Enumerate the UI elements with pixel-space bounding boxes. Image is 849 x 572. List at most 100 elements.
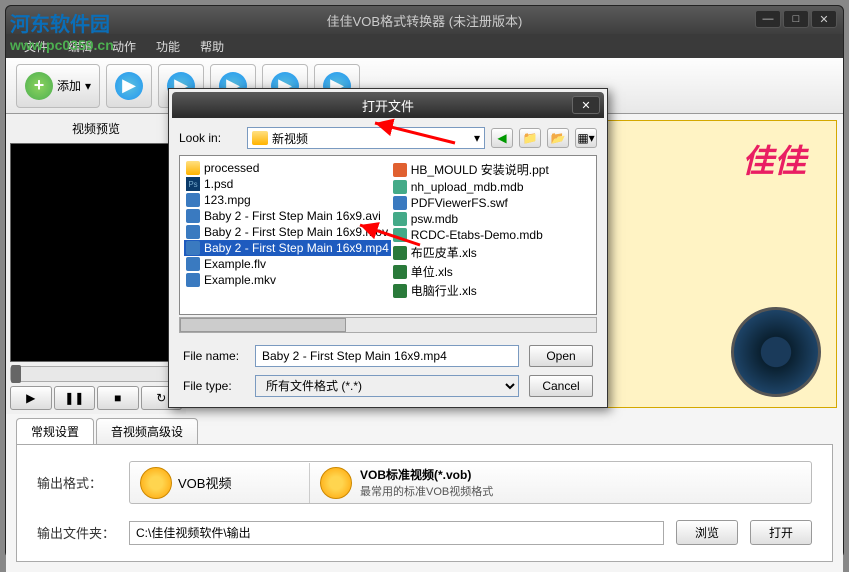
video-label: 视频预览 xyxy=(10,118,182,139)
vplay-button[interactable]: ▶ xyxy=(10,386,52,410)
dialog-title: 打开文件 xyxy=(362,96,414,115)
lookin-value: 新视频 xyxy=(272,130,308,147)
file-name: Baby 2 - First Step Main 16x9.avi xyxy=(204,209,381,223)
vid-icon xyxy=(186,257,200,271)
seek-thumb[interactable] xyxy=(11,365,21,383)
horizontal-scrollbar[interactable] xyxy=(179,317,597,333)
tab-content: 输出格式： VOB视频 VOB标准视频(*.vob) 最常用的标准VOB视频格式 xyxy=(16,444,833,562)
file-item[interactable]: processed xyxy=(184,160,391,176)
plus-icon: + xyxy=(25,72,53,100)
window-title: 佳佳VOB格式转换器 (未注册版本) xyxy=(327,11,523,30)
video-display[interactable] xyxy=(10,143,182,362)
format-label: 输出格式： xyxy=(37,473,117,492)
toolbar-button-2[interactable]: ▶ xyxy=(106,64,152,108)
vid-icon xyxy=(186,241,200,255)
file-item[interactable]: RCDC-Etabs-Demo.mdb xyxy=(391,227,592,243)
nav-back-button[interactable]: ◀ xyxy=(491,128,513,148)
nav-up-button[interactable]: 📁 xyxy=(519,128,541,148)
doc-icon xyxy=(393,163,407,177)
file-item[interactable]: 布匹皮革.xls xyxy=(391,243,592,262)
dropdown-icon: ▾ xyxy=(85,79,91,93)
maximize-button[interactable]: □ xyxy=(783,10,809,28)
close-button[interactable]: ✕ xyxy=(811,10,837,28)
dialog-bottom: File name: Open File type: 所有文件格式 (*.*) … xyxy=(169,335,607,407)
file-list[interactable]: processedPs1.psd123.mpgBaby 2 - First St… xyxy=(179,155,597,315)
menu-action[interactable]: 动作 xyxy=(102,34,146,58)
titlebar[interactable]: 佳佳VOB格式转换器 (未注册版本) — □ ✕ xyxy=(6,6,843,34)
add-button[interactable]: + 添加 ▾ xyxy=(16,64,100,108)
file-item[interactable]: Baby 2 - First Step Main 16x9.mov xyxy=(184,224,391,240)
file-item[interactable]: Example.flv xyxy=(184,256,391,272)
file-name: 电脑行业.xls xyxy=(411,282,477,299)
tab-advanced[interactable]: 音视频高级设 xyxy=(96,418,198,444)
file-item[interactable]: Ps1.psd xyxy=(184,176,391,192)
file-item[interactable]: nh_upload_mdb.mdb xyxy=(391,179,592,195)
filetype-select[interactable]: 所有文件格式 (*.*) xyxy=(255,375,519,397)
dvd-icon xyxy=(140,467,172,499)
disc-icon xyxy=(731,307,821,397)
nav-newfolder-button[interactable]: 📂 xyxy=(547,128,569,148)
file-item[interactable]: Baby 2 - First Step Main 16x9.mp4 xyxy=(184,240,391,256)
format-left[interactable]: VOB视频 xyxy=(130,463,310,503)
menubar: 文件 编辑 动作 功能 帮助 xyxy=(6,34,843,58)
file-item[interactable]: HB_MOULD 安装说明.ppt xyxy=(391,160,592,179)
menu-file[interactable]: 文件 xyxy=(14,34,58,58)
filetype-label: File type: xyxy=(183,379,245,393)
seek-bar[interactable] xyxy=(10,366,182,382)
output-folder-row: 输出文件夹： 浏览 打开 xyxy=(37,520,812,545)
file-item[interactable]: Example.mkv xyxy=(184,272,391,288)
file-item[interactable]: Baby 2 - First Step Main 16x9.avi xyxy=(184,208,391,224)
menu-function[interactable]: 功能 xyxy=(146,34,190,58)
tabs: 常规设置 音视频高级设 xyxy=(16,418,833,444)
xls-icon xyxy=(393,265,407,279)
scroll-thumb[interactable] xyxy=(180,318,346,332)
file-item[interactable]: PDFViewerFS.swf xyxy=(391,195,592,211)
file-item[interactable]: 单位.xls xyxy=(391,262,592,281)
chevron-down-icon: ▾ xyxy=(474,131,480,145)
file-name: RCDC-Etabs-Demo.mdb xyxy=(411,228,543,242)
dialog-close-button[interactable]: ✕ xyxy=(572,96,600,114)
db-icon xyxy=(393,228,407,242)
vstop-button[interactable]: ■ xyxy=(97,386,139,410)
filetype-row: File type: 所有文件格式 (*.*) Cancel xyxy=(183,375,593,397)
format-selector: VOB视频 VOB标准视频(*.vob) 最常用的标准VOB视频格式 xyxy=(129,461,812,504)
menu-help[interactable]: 帮助 xyxy=(190,34,234,58)
file-name: psw.mdb xyxy=(411,212,458,226)
format-right[interactable]: VOB标准视频(*.vob) 最常用的标准VOB视频格式 xyxy=(310,462,811,503)
menu-edit[interactable]: 编辑 xyxy=(58,34,102,58)
dvd-icon xyxy=(320,467,352,499)
play-icon: ▶ xyxy=(115,72,143,100)
file-name: Baby 2 - First Step Main 16x9.mov xyxy=(204,225,388,239)
file-name: Baby 2 - First Step Main 16x9.mp4 xyxy=(204,241,389,255)
xls-icon xyxy=(393,246,407,260)
brand-text: 佳佳 xyxy=(742,136,806,182)
lookin-combo[interactable]: 新视频 ▾ xyxy=(247,127,485,149)
file-name: HB_MOULD 安装说明.ppt xyxy=(411,161,549,178)
file-item[interactable]: psw.mdb xyxy=(391,211,592,227)
dialog-titlebar[interactable]: 打开文件 ✕ xyxy=(172,92,604,118)
cancel-button[interactable]: Cancel xyxy=(529,375,593,397)
filename-input[interactable] xyxy=(255,345,519,367)
db-icon xyxy=(393,212,407,226)
nav-view-button[interactable]: ▦▾ xyxy=(575,128,597,148)
settings-area: 常规设置 音视频高级设 输出格式： VOB视频 VOB标准视频(*.vob) 最… xyxy=(6,414,843,572)
file-name: Example.mkv xyxy=(204,273,276,287)
window-controls: — □ ✕ xyxy=(755,10,837,28)
vid-icon xyxy=(186,209,200,223)
file-item[interactable]: 电脑行业.xls xyxy=(391,281,592,300)
filename-label: File name: xyxy=(183,349,245,363)
filename-row: File name: Open xyxy=(183,345,593,367)
format-short: VOB视频 xyxy=(178,473,231,492)
tab-general[interactable]: 常规设置 xyxy=(16,418,94,444)
vid-icon xyxy=(186,193,200,207)
folder-icon xyxy=(186,161,200,175)
vpause-button[interactable]: ❚❚ xyxy=(54,386,96,410)
open-folder-button[interactable]: 打开 xyxy=(750,520,812,545)
browse-button[interactable]: 浏览 xyxy=(676,520,738,545)
folder-label: 输出文件夹： xyxy=(37,523,117,542)
minimize-button[interactable]: — xyxy=(755,10,781,28)
open-button[interactable]: Open xyxy=(529,345,593,367)
file-item[interactable]: 123.mpg xyxy=(184,192,391,208)
ps-icon: Ps xyxy=(186,177,200,191)
folder-input[interactable] xyxy=(129,521,664,545)
